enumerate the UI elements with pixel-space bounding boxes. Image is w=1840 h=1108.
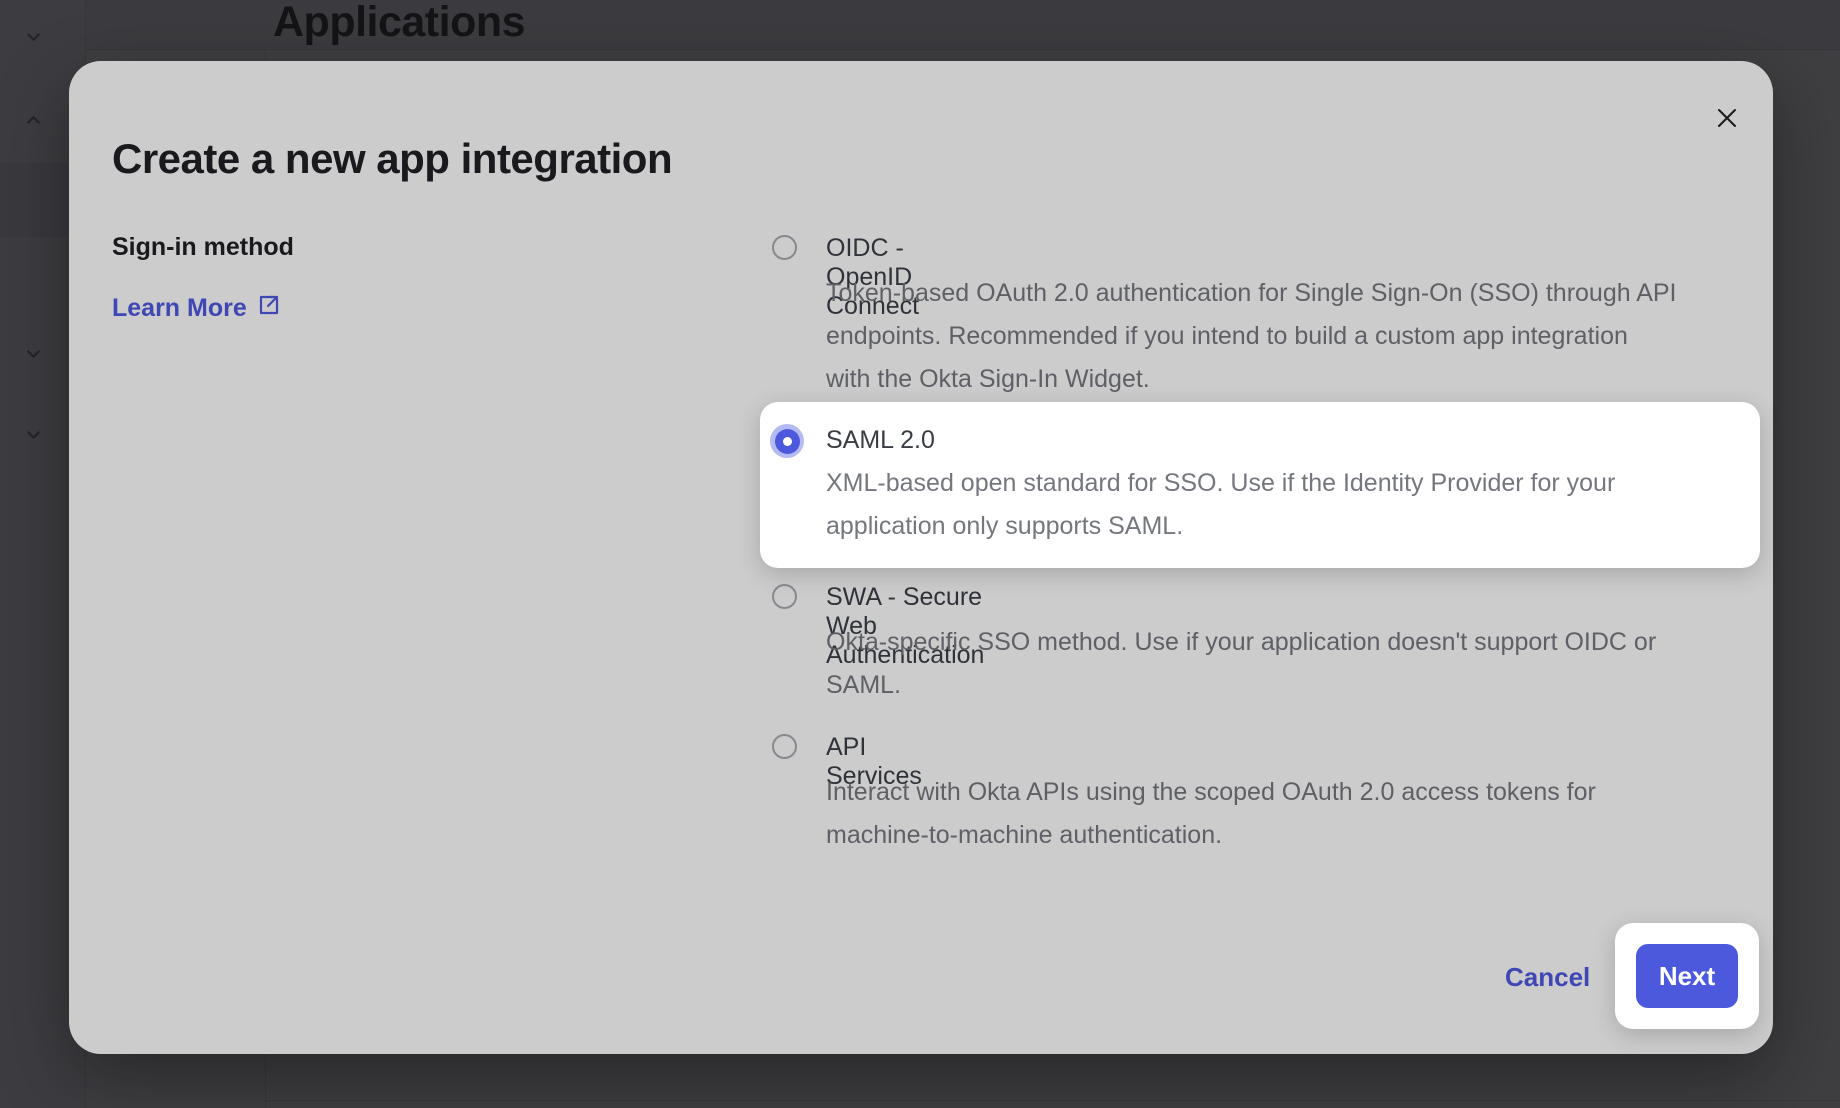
next-button[interactable]: Next	[1636, 944, 1738, 1008]
option-saml-desc-line: XML-based open standard for SSO. Use if …	[826, 468, 1615, 498]
radio-saml-selected[interactable]	[770, 424, 804, 458]
option-saml-desc-line: application only supports SAML.	[826, 511, 1183, 541]
option-saml-highlight[interactable]: SAML 2.0 XML-based open standard for SSO…	[760, 402, 1760, 568]
option-saml-label: SAML 2.0	[826, 426, 935, 455]
next-button-highlight: Next	[1615, 923, 1759, 1029]
